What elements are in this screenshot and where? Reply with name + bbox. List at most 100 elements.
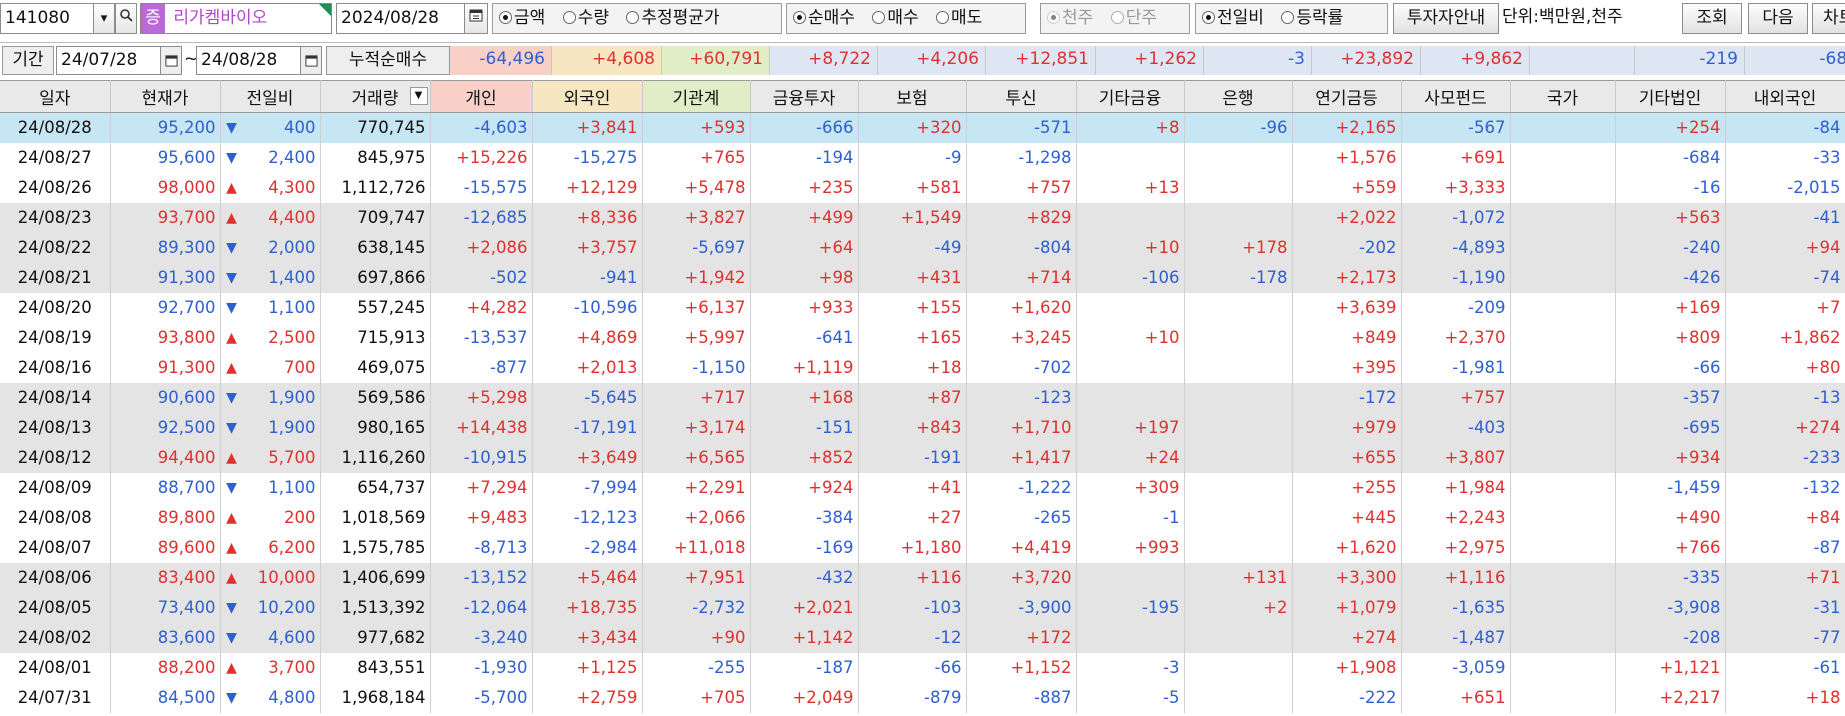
triangle-up-icon: ▲: [226, 179, 237, 196]
table-row[interactable]: 24/08/23 93,700 ▲ 4,400 709,747 -12,685 +8,336…: [0, 202, 1845, 233]
table-row[interactable]: 24/08/16 91,300 ▲ 700 469,075 -877 +2,013 -1,15…: [0, 352, 1845, 383]
cell-date: 24/08/21: [0, 262, 111, 293]
radio-estimated-avg[interactable]: 추정평균가: [626, 4, 720, 33]
cell-individual: -15,575: [430, 172, 533, 203]
col-header-change[interactable]: 전일비: [220, 80, 321, 113]
cell-other-corp: -3,908: [1615, 592, 1726, 623]
radio-quantity[interactable]: 수량: [562, 4, 609, 33]
radio-sell[interactable]: 매도: [936, 4, 982, 33]
table-row[interactable]: 24/08/01 88,200 ▲ 3,700 843,551 -1,930 +1,125-…: [0, 652, 1845, 683]
table-row[interactable]: 24/08/07 89,600 ▲ 6,200 1,575,785 -8,713 -2,98…: [0, 532, 1845, 563]
cell-private-fund: -1,981: [1401, 352, 1511, 383]
radio-thousand-shares[interactable]: 천주: [1047, 4, 1093, 33]
table-row[interactable]: 24/08/13 92,500 ▼ 1,900 980,165 +14,438 -17,19…: [0, 412, 1845, 443]
col-header-government[interactable]: 국가: [1510, 80, 1616, 113]
cell-government: [1510, 622, 1616, 653]
table-row[interactable]: 24/07/31 84,500 ▼ 4,800 1,968,184 -5,700 +2,75…: [0, 682, 1845, 713]
cell-bank: -178: [1184, 262, 1293, 293]
cell-insurance: +87: [858, 382, 967, 413]
table-row[interactable]: 24/08/09 88,700 ▼ 1,100 654,737 +7,294 -7,994 +…: [0, 472, 1845, 503]
radio-change-rate[interactable]: 등락률: [1281, 4, 1343, 33]
radio-net-buy[interactable]: 순매수: [793, 4, 855, 33]
cell-bank: +178: [1184, 232, 1293, 263]
col-header-pension[interactable]: 연기금등: [1292, 80, 1402, 113]
col-header-other-corp[interactable]: 기타법인: [1615, 80, 1726, 113]
calendar-icon[interactable]: [464, 3, 488, 34]
cell-other-finance: -195: [1076, 592, 1185, 623]
triangle-down-icon: ▼: [226, 419, 237, 436]
chevron-down-icon[interactable]: ▾: [93, 3, 115, 34]
cell-volume: 715,913: [320, 322, 431, 353]
table-row[interactable]: 24/08/02 83,600 ▼ 4,600 977,682 -3,240 +3,434 +…: [0, 622, 1845, 653]
search-button[interactable]: 조회: [1682, 3, 1742, 34]
col-header-individual[interactable]: 개인: [430, 80, 533, 113]
table-row[interactable]: 24/08/08 89,800 ▲ 200 1,018,569 +9,483 -12,123…: [0, 502, 1845, 533]
cell-individual: -12,685: [430, 202, 533, 233]
cell-institution: +5,478: [642, 172, 751, 203]
table-row[interactable]: 24/08/20 92,700 ▼ 1,100 557,245 +4,282 -10,596…: [0, 292, 1845, 323]
col-header-other-finance[interactable]: 기타금융: [1076, 80, 1185, 113]
investor-guide-button[interactable]: 투자자안내: [1393, 3, 1499, 34]
search-icon[interactable]: [115, 3, 137, 34]
cell-domestic-foreign: -233: [1725, 442, 1845, 473]
cell-date: 24/08/12: [0, 442, 111, 473]
cell-government: [1510, 562, 1616, 593]
cell-pension: -222: [1292, 682, 1402, 713]
cell-bank: [1184, 172, 1293, 203]
col-header-insurance[interactable]: 보험: [858, 80, 967, 113]
col-header-domestic-foreign[interactable]: 내외국인: [1725, 80, 1845, 113]
end-calendar-icon[interactable]: [300, 46, 322, 75]
cell-bank: [1184, 652, 1293, 683]
next-button[interactable]: 다음: [1748, 3, 1808, 34]
table-row[interactable]: 24/08/14 90,600 ▼ 1,900 569,586 +5,298 -5,645 +…: [0, 382, 1845, 413]
cell-institution: +6,137: [642, 292, 751, 323]
radio-buy[interactable]: 매수: [872, 4, 919, 33]
stock-name-field[interactable]: 증 리가켐바이오: [140, 3, 332, 34]
end-date-input[interactable]: 24/08/28: [196, 46, 302, 75]
table-row[interactable]: 24/08/12 94,400 ▲ 5,700 1,116,260 -10,915 +3,6…: [0, 442, 1845, 473]
table-row[interactable]: 24/08/27 95,600 ▼ 2,400 845,975 +15,226 -15,27…: [0, 142, 1845, 173]
col-header-foreign[interactable]: 외국인: [532, 80, 643, 113]
cell-date: 24/08/06: [0, 562, 111, 593]
sort-dropdown-icon[interactable]: ▼: [409, 87, 428, 105]
col-header-private-fund[interactable]: 사모펀드: [1401, 80, 1511, 113]
col-header-financial-investment[interactable]: 금융투자: [750, 80, 859, 113]
col-header-bank[interactable]: 은행: [1184, 80, 1293, 113]
col-header-price[interactable]: 현재가: [110, 80, 221, 113]
table-row[interactable]: 24/08/26 98,000 ▲ 4,300 1,112,726 -15,575 +12,…: [0, 172, 1845, 203]
radio-prev-day[interactable]: 전일비: [1202, 4, 1264, 33]
cell-private-fund: -1,072: [1401, 202, 1511, 233]
col-header-date[interactable]: 일자: [0, 80, 111, 113]
table-row[interactable]: 24/08/05 73,400 ▼ 10,200 1,513,392 -12,064 +18…: [0, 592, 1845, 623]
table-row[interactable]: 24/08/22 89,300 ▼ 2,000 638,145 +2,086 +3,757-…: [0, 232, 1845, 263]
cell-institution: -1,150: [642, 352, 751, 383]
col-header-institution[interactable]: 기관계: [642, 80, 751, 113]
table-row[interactable]: 24/08/21 91,300 ▼ 1,400 697,866 -502 -941 +1,94…: [0, 262, 1845, 293]
cell-institution: +1,942: [642, 262, 751, 293]
cell-date: 24/08/09: [0, 472, 111, 503]
radio-single-shares[interactable]: 단주: [1110, 4, 1157, 33]
cell-foreign: -2,984: [532, 532, 643, 563]
cell-individual: -502: [430, 262, 533, 293]
start-calendar-icon[interactable]: [160, 46, 182, 75]
cell-date: 24/08/02: [0, 622, 111, 653]
cell-change: ▼ 4,800: [220, 682, 321, 713]
table-row[interactable]: 24/08/19 93,800 ▲ 2,500 715,913 -13,537 +4,869…: [0, 322, 1845, 353]
cell-institution: +717: [642, 382, 751, 413]
table-row[interactable]: 24/08/06 83,400 ▲ 10,000 1,406,699 -13,152 +5,…: [0, 562, 1845, 593]
cell-financial-investment: +168: [750, 382, 859, 413]
date-input[interactable]: 2024/08/28: [336, 3, 466, 34]
col-header-investment-trust[interactable]: 투신: [966, 80, 1077, 113]
radio-amount[interactable]: 금액: [499, 4, 545, 33]
col-header-volume[interactable]: 거래량 ▼: [320, 80, 431, 113]
cell-change: ▼ 10,200: [220, 592, 321, 623]
cell-volume: 1,018,569: [320, 502, 431, 533]
cell-bank: [1184, 202, 1293, 233]
start-date-input[interactable]: 24/07/28: [56, 46, 162, 75]
stock-code-input[interactable]: 141080: [0, 3, 94, 34]
chart-button[interactable]: 차트: [1812, 3, 1845, 34]
table-row[interactable]: 24/08/28 95,200 ▼ 400 770,745 -4,603 +3,841 +59…: [0, 112, 1845, 143]
cell-individual: -5,700: [430, 682, 533, 713]
cell-price: 84,500: [110, 682, 221, 713]
triangle-up-icon: ▲: [226, 659, 237, 676]
